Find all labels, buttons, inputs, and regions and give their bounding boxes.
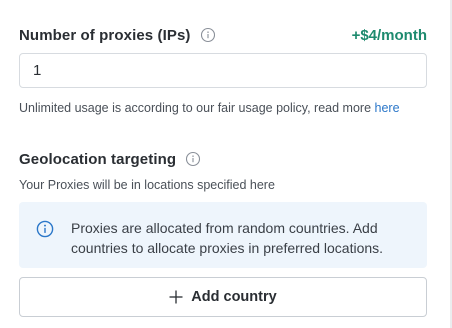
random-countries-notice: Proxies are allocated from random countr…: [19, 202, 427, 268]
proxies-title-wrap: Number of proxies (IPs): [19, 27, 216, 44]
geolocation-subtitle: Your Proxies will be in locations specif…: [19, 178, 275, 192]
proxies-price: +$4/month: [351, 26, 427, 44]
usage-hint-text: Unlimited usage is according to our fair…: [19, 101, 375, 115]
add-country-button[interactable]: Add country: [19, 277, 427, 317]
proxies-count-value: 1: [33, 62, 42, 79]
usage-policy-link[interactable]: here: [375, 101, 400, 115]
proxy-config-panel: Number of proxies (IPs) +$4/month 1 Unli…: [0, 0, 452, 328]
geolocation-title: Geolocation targeting: [19, 150, 177, 168]
proxies-title: Number of proxies (IPs): [19, 26, 191, 44]
plus-icon: [169, 290, 183, 304]
notice-line-1: Proxies are allocated from random countr…: [71, 220, 378, 236]
add-country-label: Add country: [191, 289, 277, 305]
info-icon[interactable]: [185, 151, 201, 167]
info-icon[interactable]: [200, 27, 216, 43]
geolocation-header: Geolocation targeting: [19, 148, 201, 170]
proxies-count-input[interactable]: 1: [19, 53, 427, 88]
usage-hint: Unlimited usage is according to our fair…: [19, 101, 400, 115]
notice-text: Proxies are allocated from random countr…: [71, 218, 383, 258]
info-icon: [36, 220, 54, 238]
proxies-header: Number of proxies (IPs) +$4/month: [19, 24, 427, 46]
notice-line-2: countries to allocate proxies in preferr…: [71, 240, 384, 256]
